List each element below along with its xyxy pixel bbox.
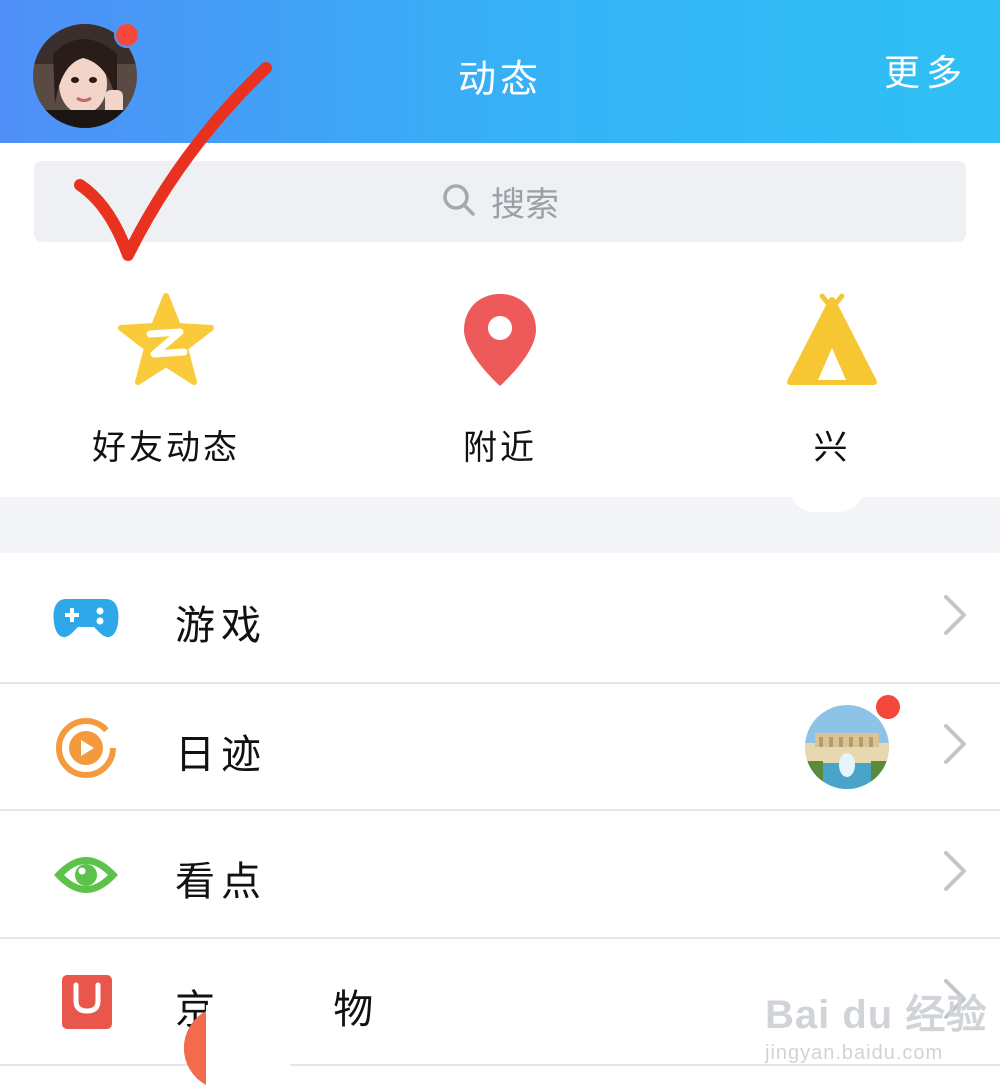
jd-bag-icon (52, 971, 120, 1035)
quick-entry-nearby[interactable]: 附近 (380, 282, 620, 482)
quick-entry-label: 附近 (463, 428, 537, 468)
quick-entry-friends-feed[interactable]: 好友动态 (46, 282, 286, 482)
list-item-label: 日迹 (175, 732, 267, 778)
avatar-notification-badge (114, 22, 140, 48)
watermark-url: jingyan.baidu.com (765, 1042, 944, 1064)
list-item-games[interactable]: 游戏 (0, 555, 1000, 682)
chevron-right-icon (940, 849, 970, 897)
page-title: 动态 (457, 57, 542, 101)
quick-entry-label: 好友动态 (92, 428, 240, 468)
gamepad-icon (52, 587, 120, 651)
play-ring-icon (52, 716, 120, 780)
list-item-kandian[interactable]: 看点 (0, 811, 1000, 938)
baidu-jingyan-watermark: Bai du 经验 jingyan.baidu.com (765, 982, 987, 1065)
more-button[interactable]: 更多 (884, 44, 968, 96)
chevron-right-icon (940, 593, 970, 641)
floating-overlay (160, 1005, 290, 1085)
location-pin-icon (460, 290, 540, 394)
quick-entry-label: 兴 (813, 428, 851, 468)
top-bar: 动态 更多 (0, 0, 1000, 143)
chevron-right-icon (940, 722, 970, 770)
qzone-star-icon (116, 290, 216, 394)
search-placeholder: 搜索 (491, 185, 559, 225)
list-item-label: 游戏 (175, 603, 267, 649)
tent-icon (782, 290, 882, 394)
watermark-main: Bai du 经验 (765, 993, 988, 1037)
eye-icon (52, 843, 120, 907)
quick-entry-interest[interactable]: 兴 (712, 282, 952, 482)
daily-moment-badge (874, 693, 902, 721)
list-item-label: 看点 (175, 859, 267, 905)
search-bar[interactable]: 搜索 (34, 161, 966, 242)
daily-moment-thumbnail[interactable] (805, 705, 889, 789)
search-icon (441, 182, 477, 222)
